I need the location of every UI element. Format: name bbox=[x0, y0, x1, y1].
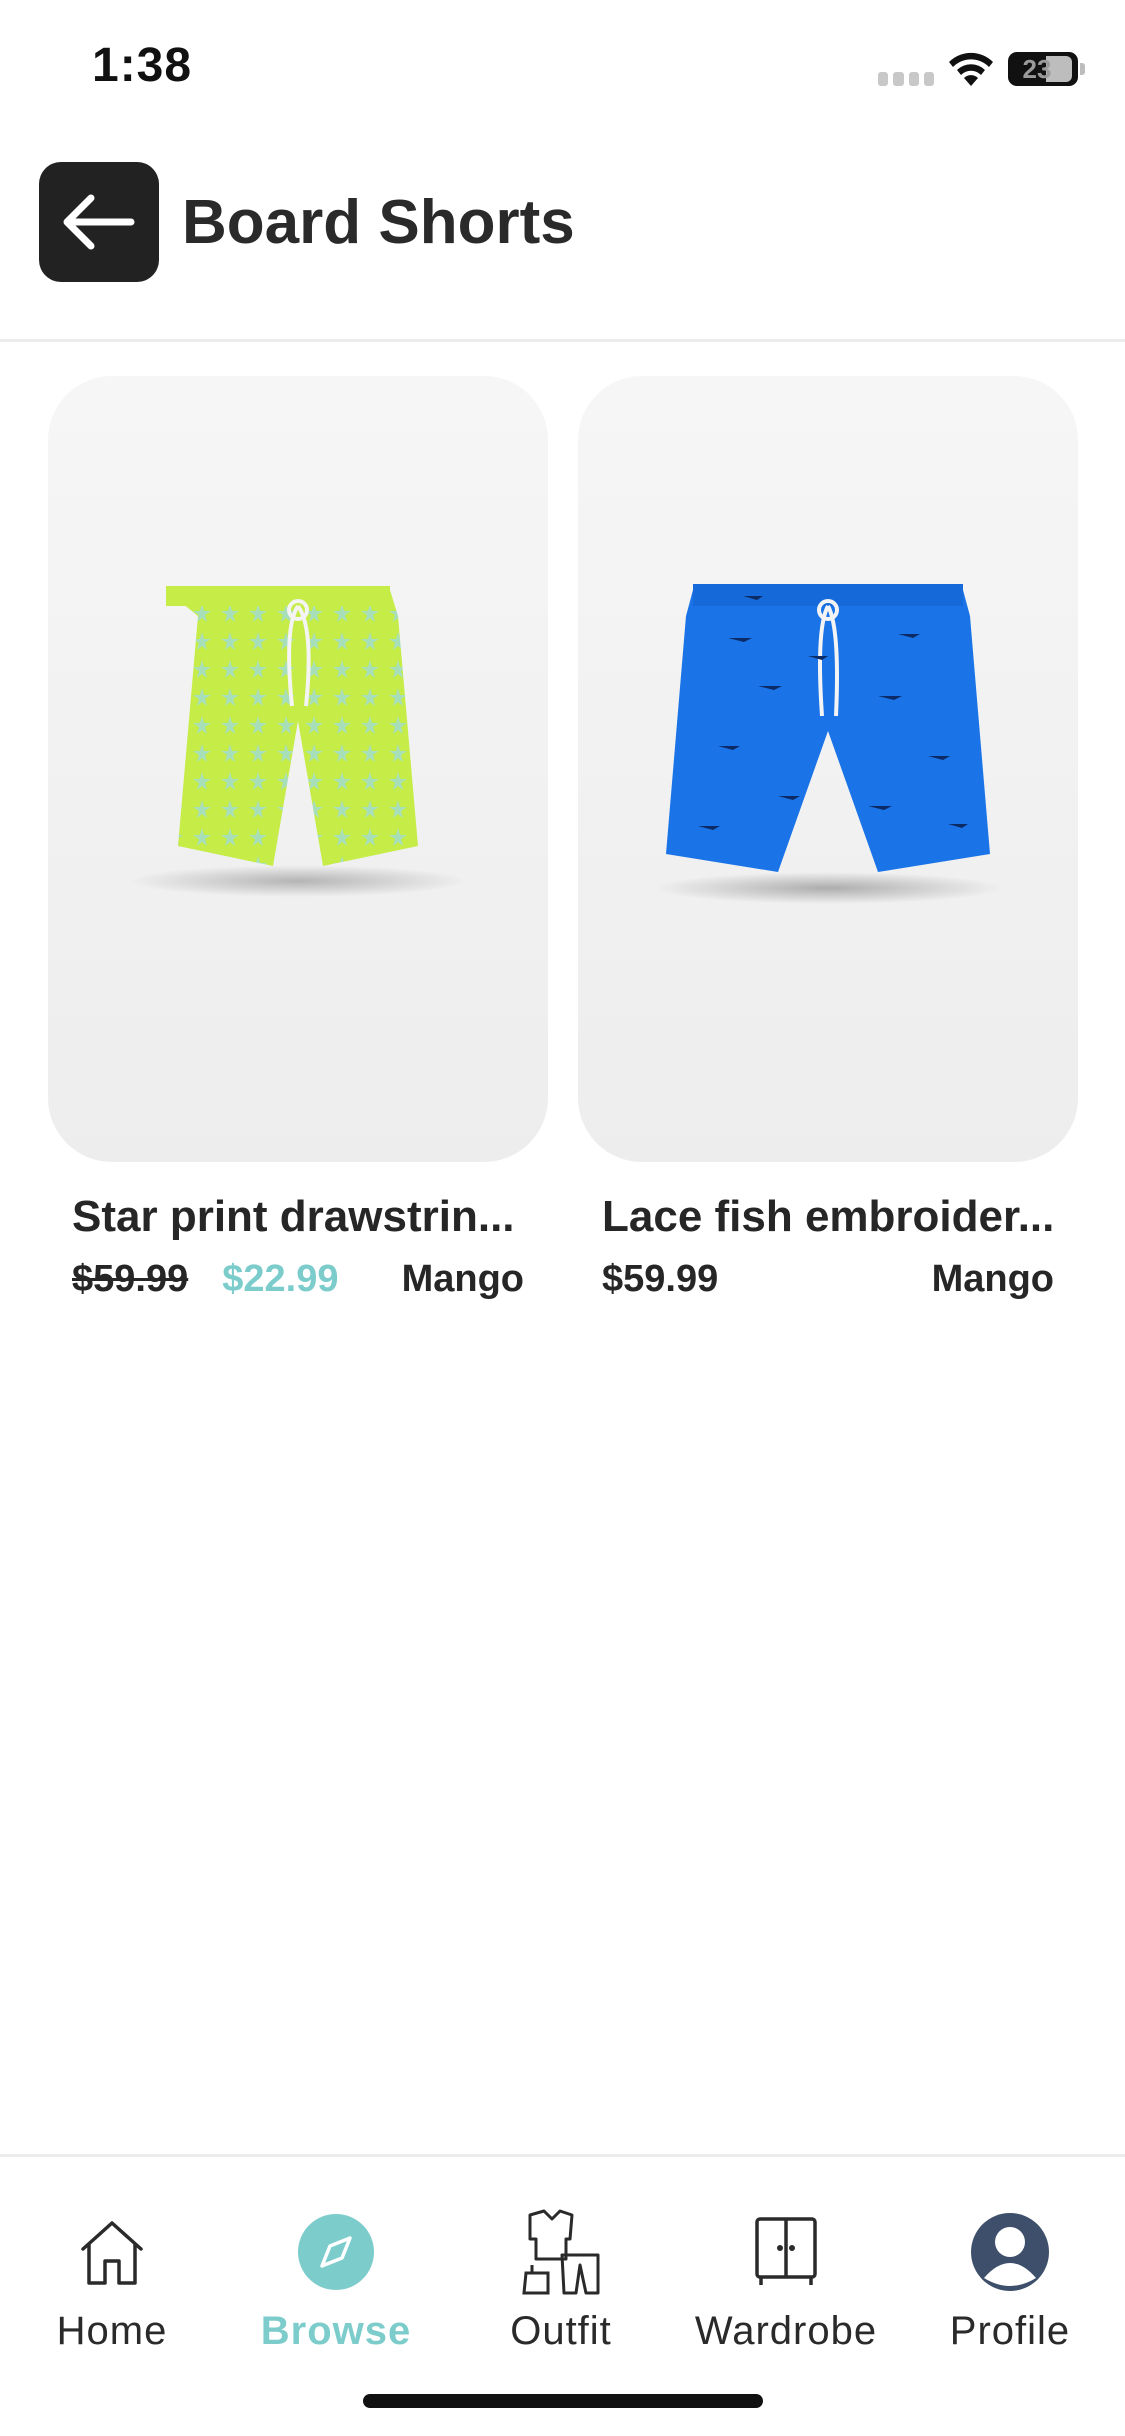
battery-level: 23 bbox=[1022, 54, 1052, 84]
product-card[interactable]: Star print drawstrin... $59.99 $22.99 Ma… bbox=[48, 376, 548, 1301]
outfit-icon bbox=[518, 2209, 604, 2295]
product-name: Star print drawstrin... bbox=[72, 1192, 515, 1241]
back-button[interactable] bbox=[39, 162, 159, 282]
home-icon bbox=[69, 2209, 155, 2295]
nav-item-browse[interactable]: Browse bbox=[236, 2209, 436, 2369]
battery-tip bbox=[1080, 63, 1085, 75]
battery-icon: 23 bbox=[1008, 52, 1078, 86]
brand-label: Mango bbox=[931, 1258, 1054, 1300]
original-price: $59.99 bbox=[72, 1258, 189, 1300]
nav-item-outfit[interactable]: Outfit bbox=[461, 2209, 661, 2369]
product-card[interactable]: Lace fish embroider... $59.99 Mango bbox=[578, 376, 1078, 1301]
status-bar: 1:38 23 bbox=[0, 0, 1125, 140]
nav-item-wardrobe[interactable]: Wardrobe bbox=[686, 2209, 886, 2369]
compass-icon bbox=[293, 2209, 379, 2295]
header: Board Shorts bbox=[0, 140, 1125, 342]
home-indicator[interactable] bbox=[363, 2394, 763, 2408]
brand-label: Mango bbox=[401, 1258, 524, 1300]
cellular-signal-icon bbox=[878, 72, 934, 86]
nav-label: Browse bbox=[260, 2309, 412, 2353]
nav-label: Wardrobe bbox=[694, 2309, 878, 2353]
nav-item-profile[interactable]: Profile bbox=[910, 2209, 1110, 2369]
wardrobe-icon bbox=[743, 2209, 829, 2295]
green-board-shorts-image bbox=[128, 586, 468, 897]
arrow-left-icon bbox=[63, 194, 135, 250]
product-name: Lace fish embroider... bbox=[602, 1192, 1055, 1241]
price-row: $59.99 Mango bbox=[578, 1258, 1078, 1301]
nav-label: Profile bbox=[949, 2309, 1071, 2353]
page-title: Board Shorts bbox=[182, 188, 575, 257]
product-image[interactable] bbox=[48, 376, 548, 1162]
product-image[interactable] bbox=[578, 376, 1078, 1162]
blue-board-shorts-image bbox=[653, 584, 1003, 904]
price-row: $59.99 $22.99 Mango bbox=[48, 1258, 548, 1301]
nav-label: Home bbox=[56, 2309, 168, 2353]
wifi-icon bbox=[949, 52, 993, 86]
price: $59.99 bbox=[602, 1258, 719, 1300]
product-grid: Star print drawstrin... $59.99 $22.99 Ma… bbox=[48, 376, 1078, 1301]
nav-label: Outfit bbox=[510, 2309, 612, 2353]
status-time: 1:38 bbox=[92, 39, 193, 92]
nav-item-home[interactable]: Home bbox=[12, 2209, 212, 2369]
profile-icon bbox=[967, 2209, 1053, 2295]
sale-price: $22.99 bbox=[222, 1258, 339, 1300]
